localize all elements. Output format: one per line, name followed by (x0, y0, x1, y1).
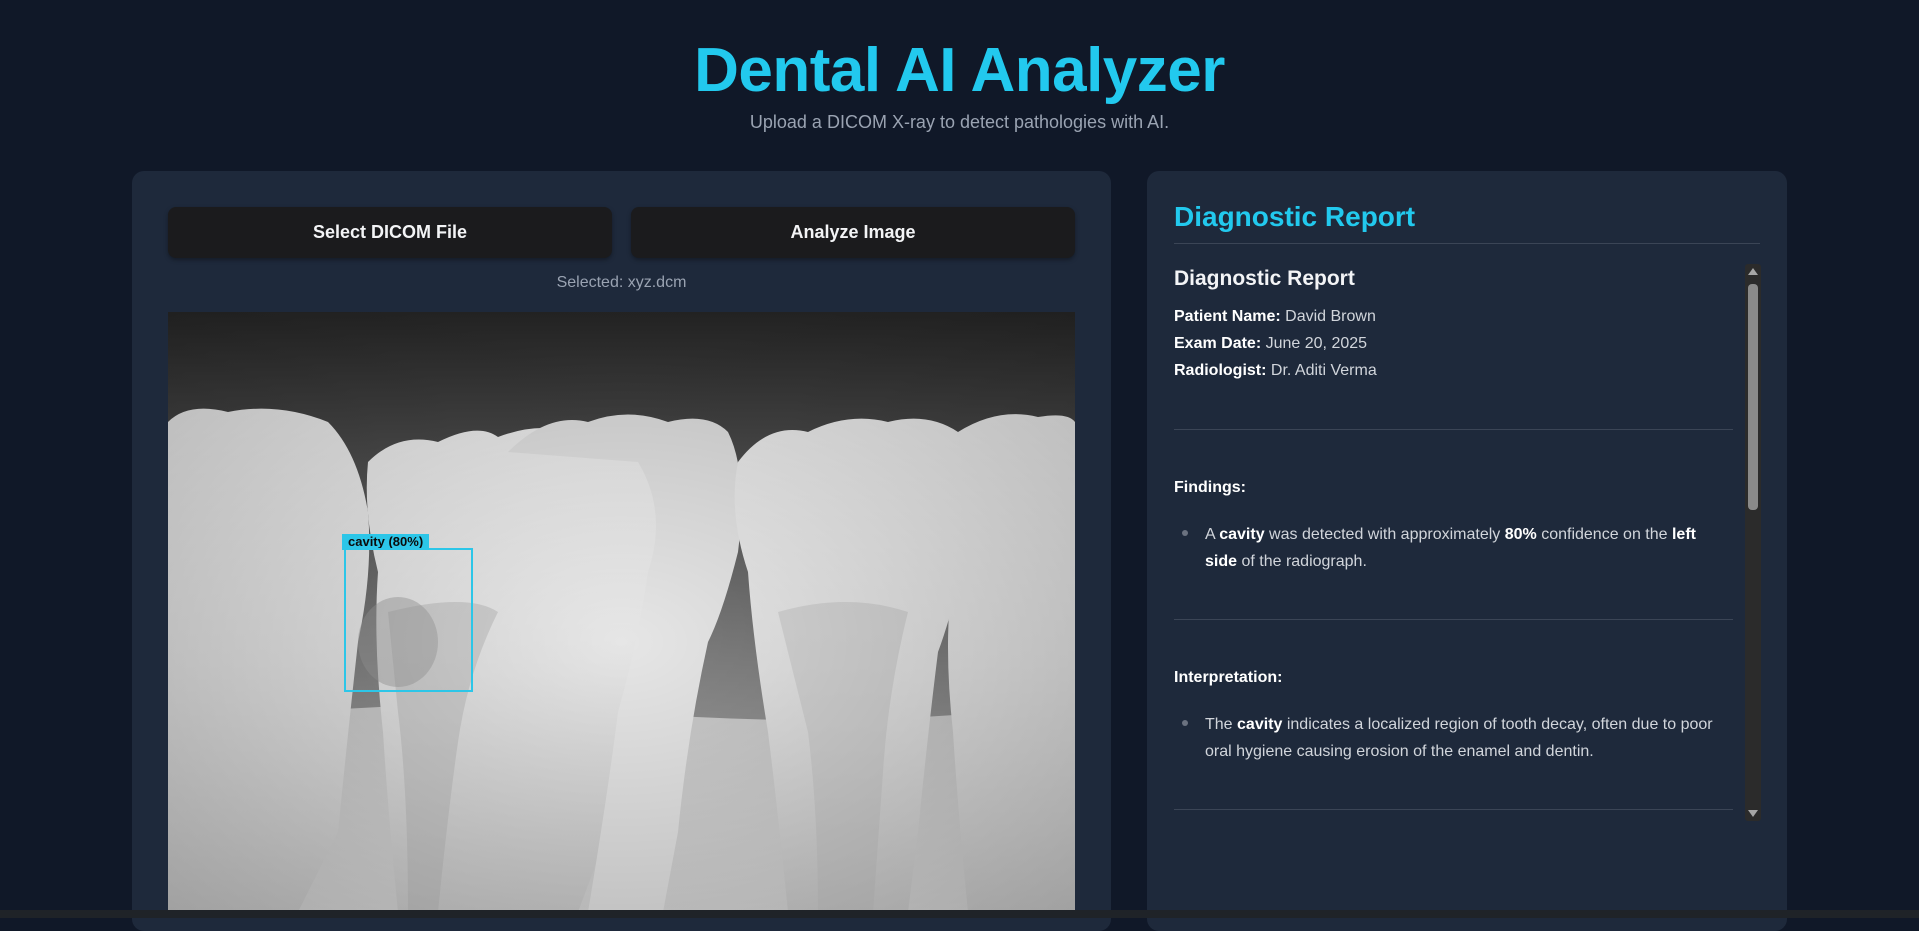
patient-name-value: David Brown (1285, 308, 1376, 325)
interpretation-text: The cavity indicates a localized region … (1205, 716, 1713, 760)
bottom-bar (0, 910, 1919, 918)
radiologist-value: Dr. Aditi Verma (1270, 362, 1377, 379)
divider (1174, 809, 1733, 810)
exam-date: Exam Date: June 20, 2025 (1174, 333, 1367, 355)
divider (1174, 429, 1733, 430)
report-panel-heading: Diagnostic Report (1174, 201, 1416, 232)
report-scrollbar[interactable] (1745, 264, 1761, 821)
findings-text: A cavity was detected with approximately… (1205, 526, 1696, 570)
bullet-icon (1182, 530, 1188, 536)
xray-radiograph (168, 312, 1075, 912)
scroll-thumb[interactable] (1748, 284, 1758, 510)
patient-name-label: Patient Name: (1174, 308, 1281, 325)
page-subtitle: Upload a DICOM X-ray to detect pathologi… (749, 112, 1170, 132)
patient-name: Patient Name: David Brown (1174, 306, 1376, 328)
selected-file-text: Selected: xyz.dcm (556, 274, 687, 291)
report-content[interactable]: Diagnostic Report Patient Name: David Br… (1174, 261, 1760, 821)
findings-title: Findings: (1174, 479, 1246, 496)
exam-date-value: June 20, 2025 (1265, 335, 1368, 352)
scroll-up-arrow-icon[interactable] (1748, 268, 1758, 275)
interpretation-title: Interpretation: (1174, 669, 1283, 686)
report-panel: Diagnostic Report Diagnostic Report Pati… (1147, 171, 1787, 931)
divider (1174, 243, 1760, 244)
upload-panel: Select DICOM File Analyze Image Selected… (132, 171, 1111, 931)
detection-bounding-box (344, 548, 473, 692)
page-title: Dental AI Analyzer (694, 36, 1225, 105)
scroll-down-arrow-icon[interactable] (1748, 810, 1758, 817)
bullet-icon (1182, 720, 1188, 726)
exam-date-label: Exam Date: (1174, 335, 1262, 352)
select-dicom-button[interactable]: Select DICOM File (168, 207, 612, 258)
radiologist: Radiologist: Dr. Aditi Verma (1174, 360, 1377, 382)
report-title: Diagnostic Report (1174, 267, 1355, 290)
analyze-image-button[interactable]: Analyze Image (631, 207, 1075, 258)
divider (1174, 619, 1733, 620)
xray-image: cavity (80%) (168, 312, 1075, 912)
radiologist-label: Radiologist: (1174, 362, 1267, 379)
